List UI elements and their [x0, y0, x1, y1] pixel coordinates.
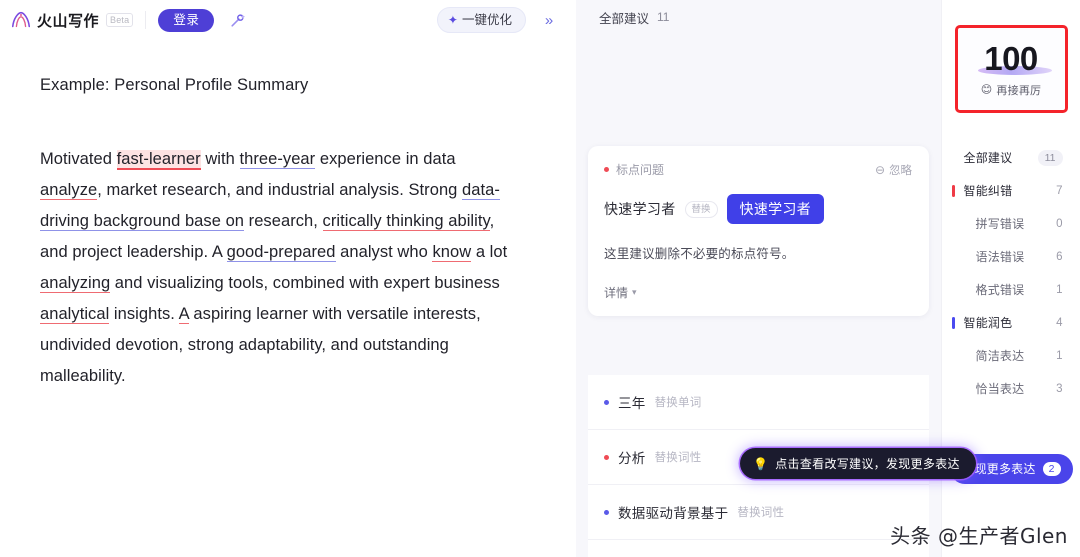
stat-row-value: 1 — [1056, 349, 1063, 362]
suggestion-card-header: 标点问题 ⊖ 忽略 — [604, 161, 912, 178]
stat-row-全部建议[interactable]: 全部建议 11 — [942, 141, 1080, 174]
suggestions-header-count: 11 — [657, 10, 670, 24]
suggestion-card[interactable]: 标点问题 ⊖ 忽略 快速学习者 替换 快速学习者 这里建议删除不必要的标点符号。… — [588, 146, 929, 316]
lightbulb-icon: 💡 — [753, 456, 769, 471]
suggestions-header: 全部建议 11 — [576, 0, 941, 34]
one-click-optimize-button[interactable]: ✦ 一键优化 — [436, 7, 526, 33]
stat-row-value: 6 — [1056, 250, 1063, 263]
watermark: 头条 @生产者Glen — [890, 524, 1068, 548]
stat-row-value: 4 — [1056, 316, 1063, 329]
category-marker-icon — [951, 184, 955, 197]
ignore-label: 忽略 — [889, 164, 912, 177]
annotated-text-11[interactable]: good-prepared — [226, 243, 336, 262]
stat-row-label: 智能纠错 — [963, 184, 1013, 198]
suggestion-type-tag: 标点问题 — [604, 161, 664, 178]
beta-badge: Beta — [106, 13, 134, 27]
suggestion-item-kind: 替换单词 — [654, 397, 702, 409]
suggestion-item-kind: 替换词性 — [737, 507, 785, 519]
document-title: Example: Personal Profile Summary — [40, 76, 309, 94]
suggestion-item-kind: 替换词性 — [654, 452, 702, 464]
rewrite-hint-tooltip: 💡 点击查看改写建议，发现更多表达 — [740, 448, 976, 479]
annotated-text-1[interactable]: fast-learner — [116, 150, 201, 170]
editor-column: 火山写作 Beta 登录 ✦ 一键优化 » Example: Personal … — [0, 0, 577, 557]
double-chevron-right-icon[interactable]: » — [536, 7, 562, 33]
suggestions-header-label: 全部建议 — [599, 11, 650, 26]
suggestion-type-label: 标点问题 — [616, 163, 665, 177]
annotated-text-3[interactable]: three-year — [239, 150, 316, 169]
replacement-row: 快速学习者 替换 快速学习者 — [604, 194, 912, 224]
apply-replacement-button[interactable]: 快速学习者 — [726, 194, 825, 224]
login-button[interactable]: 登录 — [158, 8, 215, 32]
volcano-logo-icon — [10, 9, 32, 31]
annotated-text-5[interactable]: analyze — [40, 181, 98, 200]
stat-row-label: 拼写错误 — [975, 217, 1025, 231]
stat-row-恰当表达[interactable]: 恰当表达 3 — [942, 372, 1080, 405]
severity-dot-icon — [604, 167, 609, 172]
original-text: 快速学习者 — [604, 201, 676, 217]
replace-arrow-chip: 替换 — [684, 200, 718, 218]
stat-row-label: 语法错误 — [975, 250, 1025, 264]
stats-list: 全部建议 11 智能纠错 7 拼写错误 0 语法错误 6 格式错误 1 智能润色 4 简洁表达 1 恰当表达… — [942, 141, 1080, 405]
stat-row-value: 0 — [1056, 217, 1063, 230]
score-value: 100 — [984, 39, 1038, 77]
stat-row-label: 全部建议 — [963, 151, 1013, 165]
magic-wand-icon[interactable] — [224, 7, 250, 33]
score-number-wrap: 100 — [978, 39, 1053, 77]
discover-badge: 2 — [1042, 462, 1061, 476]
document-paragraph[interactable]: Motivated fast-learner with three-year e… — [40, 144, 518, 392]
optimize-label: 一键优化 — [461, 13, 512, 27]
suggestion-item-word: 三年 — [618, 396, 646, 411]
suggestion-list-item[interactable]: 三年 替换单词 — [588, 375, 929, 430]
stat-row-简洁表达[interactable]: 简洁表达 1 — [942, 339, 1080, 372]
annotated-text-9[interactable]: critically thinking ability — [322, 212, 490, 231]
brand[interactable]: 火山写作 Beta — [10, 9, 134, 31]
suggestion-description: 这里建议删除不必要的标点符号。 — [604, 247, 795, 261]
annotated-text-17[interactable]: analytical — [40, 305, 110, 324]
severity-dot-icon — [604, 454, 609, 460]
stat-row-label: 智能润色 — [963, 316, 1013, 330]
toolbar-divider — [145, 11, 147, 29]
ignore-button[interactable]: ⊖ 忽略 — [875, 162, 912, 178]
top-toolbar: 火山写作 Beta 登录 ✦ 一键优化 » — [0, 0, 576, 40]
app-root: 火山写作 Beta 登录 ✦ 一键优化 » Example: Personal … — [0, 0, 1080, 557]
severity-dot-icon — [604, 399, 609, 405]
score-caption: 😊 再接再厉 — [981, 82, 1041, 98]
stat-row-label: 简洁表达 — [975, 349, 1025, 363]
stat-row-value: 1 — [1056, 283, 1063, 296]
chevron-down-icon: ▾ — [632, 287, 637, 297]
suggestion-item-word: 分析 — [618, 451, 646, 466]
category-marker-icon — [951, 316, 955, 329]
stat-row-label: 恰当表达 — [975, 382, 1025, 396]
score-caption-text: 再接再厉 — [996, 84, 1042, 97]
annotated-text-15[interactable]: analyzing — [40, 274, 111, 293]
stat-row-value: 3 — [1056, 382, 1063, 395]
score-card: 100 😊 再接再厉 — [954, 25, 1068, 113]
details-toggle[interactable]: 详情 ▾ — [604, 284, 912, 301]
minus-circle-icon: ⊖ — [874, 162, 885, 177]
brand-name: 火山写作 — [37, 12, 100, 30]
suggestion-list-item[interactable]: 批判地替换词性 — [588, 540, 929, 557]
stat-row-value: 11 — [1037, 149, 1063, 166]
stat-row-智能润色[interactable]: 智能润色 4 — [942, 306, 1080, 339]
document-editor[interactable]: Example: Personal Profile Summary Motiva… — [0, 40, 576, 557]
severity-dot-icon — [604, 509, 609, 515]
tooltip-text: 点击查看改写建议，发现更多表达 — [775, 457, 960, 471]
stat-row-label: 格式错误 — [975, 283, 1025, 297]
details-label: 详情 — [604, 286, 629, 300]
stat-row-智能纠错[interactable]: 智能纠错 7 — [942, 174, 1080, 207]
suggestion-list-item[interactable]: 数据驱动背景基于 替换词性 — [588, 485, 929, 540]
smile-emoji-icon: 😊 — [980, 84, 993, 96]
stat-row-语法错误[interactable]: 语法错误 6 — [942, 240, 1080, 273]
sparkle-icon: ✦ — [447, 13, 458, 27]
suggestion-item-word: 数据驱动背景基于 — [618, 506, 729, 521]
annotated-text-19[interactable]: A — [178, 305, 189, 324]
stat-row-格式错误[interactable]: 格式错误 1 — [942, 273, 1080, 306]
annotated-text-13[interactable]: know — [432, 243, 472, 262]
stat-row-value: 7 — [1056, 184, 1063, 197]
stat-row-拼写错误[interactable]: 拼写错误 0 — [942, 207, 1080, 240]
